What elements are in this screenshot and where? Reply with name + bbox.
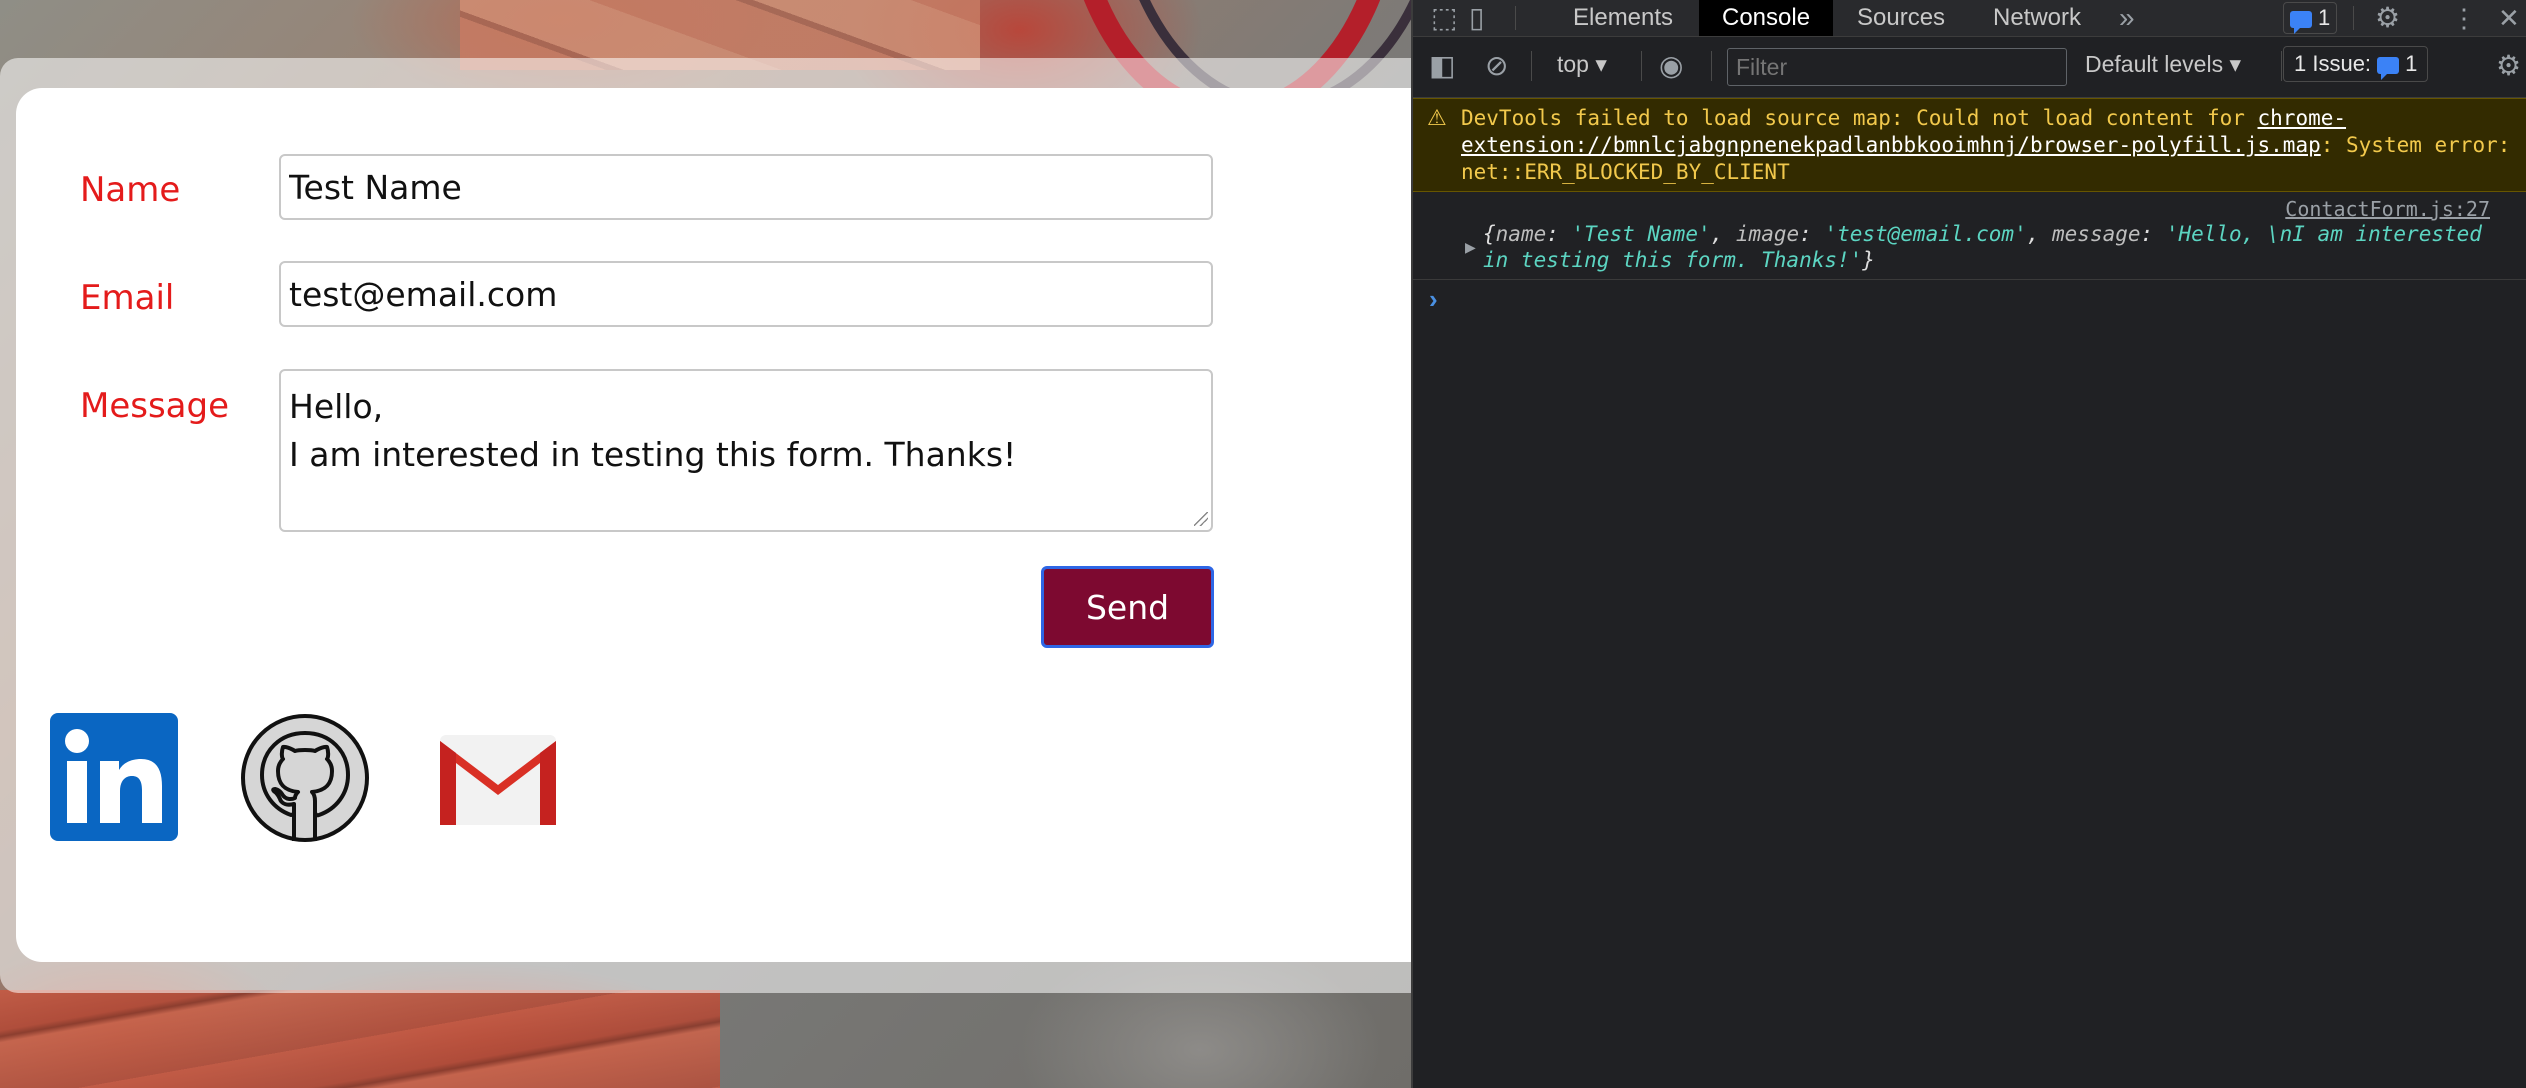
warning-message: ⚠ DevTools failed to load source map: Co… (1413, 98, 2526, 192)
log-levels-select[interactable]: Default levels ▾ (2085, 51, 2241, 78)
log-levels-value: Default levels (2085, 51, 2224, 77)
issues-button[interactable]: 1 Issue: 1 (2283, 46, 2429, 82)
more-options-icon[interactable]: ⋮ (2451, 0, 2477, 36)
tab-sources[interactable]: Sources (1857, 0, 1945, 36)
more-tabs-icon[interactable]: » (2119, 0, 2135, 36)
context-select-value: top (1557, 51, 1589, 77)
email-label: Email (80, 278, 175, 318)
console-log-entry: ContactForm.js:27 ▶ {name: 'Test Name', … (1413, 191, 2526, 280)
obj-value: 'test@email.com' (1824, 222, 2027, 246)
expand-triangle-icon[interactable]: ▶ (1465, 239, 1476, 256)
divider (1531, 51, 1532, 81)
name-label: Name (80, 170, 181, 210)
message-icon (2377, 56, 2400, 80)
obj-close: } (1862, 248, 1875, 272)
devtools-tabbar: ⬚ ▯ Elements Console Sources Network » 1… (1413, 0, 2526, 37)
warning-triangle-icon: ⚠ (1427, 105, 1447, 130)
chevron-down-icon: ▾ (1595, 51, 1607, 77)
chevron-down-icon: ▾ (2229, 51, 2242, 77)
divider (1641, 51, 1642, 81)
name-input[interactable] (279, 154, 1213, 220)
divider (2353, 6, 2354, 30)
issues-counter-badge[interactable]: 1 (2283, 2, 2338, 34)
background-bricks-bottom (0, 990, 720, 1088)
inspect-element-icon[interactable]: ⬚ (1431, 0, 1457, 36)
email-input[interactable] (279, 261, 1213, 327)
obj-open: { (1483, 222, 1496, 246)
issues-label: 1 Issue: (2294, 51, 2372, 76)
tab-console[interactable]: Console (1699, 0, 1834, 36)
console-prompt-icon[interactable]: › (1429, 284, 1438, 315)
message-label: Message (80, 386, 230, 426)
divider (1711, 51, 1712, 81)
obj-key: name (1495, 222, 1547, 246)
close-devtools-icon[interactable]: ✕ (2498, 0, 2520, 36)
settings-gear-icon[interactable]: ⚙ (2375, 0, 2400, 36)
linkedin-icon[interactable] (50, 713, 178, 841)
warning-prefix: DevTools failed to load source map: Coul… (1461, 106, 2258, 130)
obj-key: message (2052, 222, 2141, 246)
web-page: Name Email Message Hello, I am intereste… (0, 0, 1411, 1088)
devtools-panel: ⬚ ▯ Elements Console Sources Network » 1… (1411, 0, 2526, 1088)
gmail-icon[interactable] (440, 735, 556, 825)
tab-elements[interactable]: Elements (1573, 0, 1673, 36)
issues-counter-count: 1 (2318, 5, 2331, 30)
send-button[interactable]: Send (1041, 566, 1214, 648)
divider (2281, 51, 2282, 81)
console-filter-input[interactable] (1727, 48, 2067, 86)
logged-object[interactable]: {name: 'Test Name', image: 'test@email.c… (1483, 221, 2503, 273)
live-expression-eye-icon[interactable]: ◉ (1659, 48, 1683, 84)
console-settings-gear-icon[interactable]: ⚙ (2496, 48, 2521, 84)
obj-key: image (1735, 222, 1800, 246)
device-toolbar-icon[interactable]: ▯ (1469, 0, 1484, 36)
context-select[interactable]: top ▾ (1557, 51, 1607, 78)
resize-handle[interactable] (1194, 512, 1208, 526)
message-icon (2290, 10, 2312, 34)
obj-value: 'Test Name' (1571, 222, 1711, 246)
message-textarea[interactable]: Hello, I am interested in testing this f… (279, 369, 1213, 532)
log-source-link[interactable]: ContactForm.js:27 (2285, 197, 2490, 221)
github-icon[interactable] (240, 713, 370, 843)
divider (1515, 6, 1516, 30)
warning-text: DevTools failed to load source map: Coul… (1461, 105, 2511, 186)
tab-network[interactable]: Network (1993, 0, 2081, 36)
sidebar-toggle-icon[interactable]: ◧ (1429, 48, 1455, 84)
issues-count: 1 (2405, 51, 2418, 76)
clear-console-icon[interactable]: ⊘ (1485, 48, 1508, 84)
